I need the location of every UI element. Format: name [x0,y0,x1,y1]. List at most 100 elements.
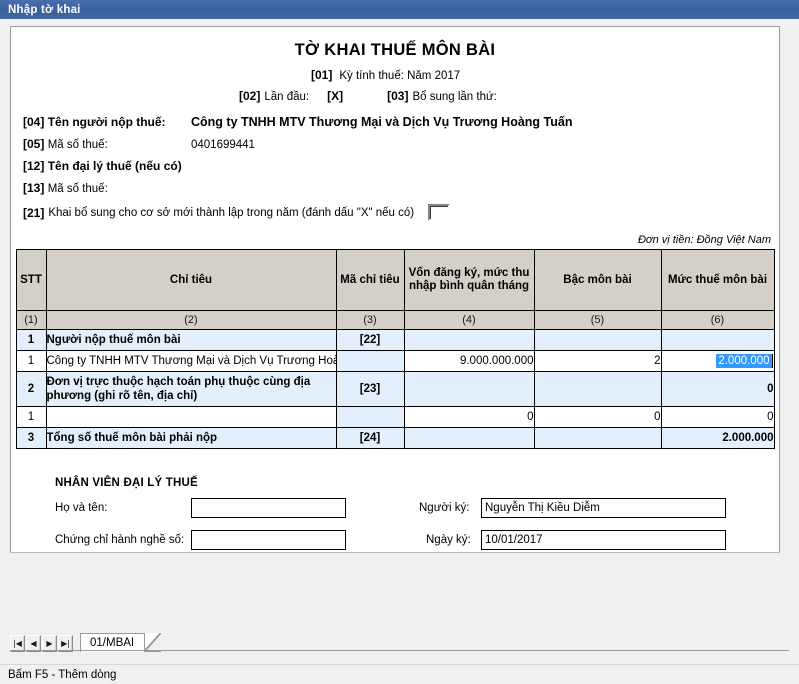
field-code-21: [21] [23,205,45,220]
tax-agent-heading: NHÂN VIÊN ĐẠI LÝ THUẾ [55,477,198,489]
declaration-table: STT Chỉ tiêu Mã chỉ tiêu Vốn đăng ký, mứ… [15,249,775,449]
table-row[interactable]: 1 Người nộp thuế môn bài [22] [15,329,775,351]
field-code-04: [04] [23,115,45,129]
agent-code-label-text: Mã số thuế: [47,183,108,195]
cell-criteria-code [335,406,405,428]
table-row[interactable]: 1 0 0 0 [15,406,775,428]
cell-criteria-text: Công ty TNHH MTV Thương Mại và Dịch Vụ T… [46,355,336,367]
cell-tax-amount[interactable]: 0 [660,371,775,407]
taxpayer-name-value[interactable]: Công ty TNHH MTV Thương Mại và Dịch Vụ T… [191,115,572,129]
cell-capital[interactable]: 0 [403,406,535,428]
tax-period-text: Kỳ tính thuế: Năm 2017 [339,70,461,82]
table-numbering-row: (1) (2) (3) (4) (5) (6) [15,310,775,330]
cell-stt: 3 [15,427,47,449]
agent-code-row: [13] Mã số thuế: [11,181,779,195]
cell-tax-amount[interactable] [660,329,775,351]
table-row[interactable]: 1 Công ty TNHH MTV Thương Mại và Dịch Vụ… [15,350,775,372]
submission-type-line: [02] Lần đầu: [X] [03] Bổ sung lần thứ: [11,89,779,103]
taxpayer-name-label-text: Tên người nộp thuế: [47,115,166,129]
sign-date-input[interactable]: 10/01/2017 [481,530,726,550]
agent-name-row: [12] Tên đại lý thuế (nếu có) [11,159,779,173]
cell-criteria-code: [23] [335,371,405,407]
new-establishment-label: Khai bổ sung cho cơ sở mới thành lập tro… [48,206,415,219]
section-divider [10,552,780,553]
cell-stt: 1 [15,350,47,372]
cell-criteria: Đơn vị trực thuộc hạch toán phụ thuộc cù… [45,371,337,407]
agent-fullname-label: Họ và tên: [55,502,108,514]
field-code-02: [02] [239,89,261,103]
cell-grade[interactable] [533,371,662,407]
record-navigator: |◀ ◀ ▶ ▶| 01/MBAI [10,631,789,652]
cell-stt: 1 [15,329,47,351]
tax-agent-section: NHÂN VIÊN ĐẠI LÝ THUẾ Họ và tên: Chứng c… [11,477,779,552]
field-code-12: [12] [23,159,45,173]
declaration-form-sheet: TỜ KHAI THUẾ MÔN BÀI [01] Kỳ tính thuế: … [10,26,780,553]
cell-total-tax-amount: 2.000.000 [660,427,775,449]
new-establishment-checkbox[interactable] [428,204,451,221]
tab-strip-underline [10,650,789,651]
taxpayer-code-label-text: Mã số thuế: [47,139,108,151]
col-header-tax-amount: Mức thuế môn bài [660,249,775,311]
col-header-stt: STT [15,249,47,311]
cell-criteria: Tổng số thuế môn bài phải nộp [45,427,337,449]
status-bar-text: Bấm F5 - Thêm dòng [8,668,117,681]
cell-capital [403,427,535,449]
taxpayer-name-label: [04] Tên người nộp thuế: [23,115,191,129]
cell-capital[interactable] [403,371,535,407]
col-number-1: (1) [15,310,47,330]
col-header-capital: Vốn đăng ký, mức thu nhập bình quân thán… [403,249,535,311]
col-number-5: (5) [533,310,662,330]
cell-capital[interactable]: 9.000.000.000 [403,350,535,372]
table-row[interactable]: 3 Tổng số thuế môn bài phải nộp [24] 2.0… [15,427,775,449]
new-establishment-row: [21] Khai bổ sung cho cơ sở mới thành lậ… [11,204,779,221]
cell-stt: 1 [15,406,47,428]
table-row[interactable]: 2 Đơn vị trực thuộc hạch toán phụ thuộc … [15,371,775,407]
first-time-label: Lần đầu: [264,91,310,103]
cell-stt: 2 [15,371,47,407]
field-code-03: [03] [387,89,409,103]
col-header-grade: Bậc môn bài [533,249,662,311]
agent-code-label: [13] Mã số thuế: [23,181,191,195]
tax-period-line: [01] Kỳ tính thuế: Năm 2017 [11,68,779,82]
cell-criteria-code: [22] [335,329,405,351]
taxpayer-code-row: [05] Mã số thuế: 0401699441 [11,137,779,151]
cell-tax-amount[interactable]: 0 [660,406,775,428]
col-number-2: (2) [45,310,337,330]
col-number-3: (3) [335,310,405,330]
agent-certificate-label: Chứng chỉ hành nghề số: [55,534,185,546]
currency-unit-note: Đơn vị tiền: Đồng Việt Nam [637,234,771,246]
amendment-label: Bổ sung lần thứ: [412,91,497,103]
cell-criteria[interactable]: Công ty TNHH MTV Thương Mại và Dịch Vụ T… [45,350,337,372]
agent-certificate-input[interactable] [191,530,346,550]
agent-name-label-text: Tên đại lý thuế (nếu có) [47,159,182,173]
taxpayer-name-row: [04] Tên người nộp thuế: Công ty TNHH MT… [11,115,779,129]
cell-capital[interactable] [403,329,535,351]
signer-input[interactable]: Nguyễn Thị Kiều Diễm [481,498,726,518]
col-number-6: (6) [660,310,775,330]
field-code-05: [05] [23,137,45,151]
cell-criteria[interactable] [45,406,337,428]
agent-fullname-input[interactable] [191,498,346,518]
cell-grade[interactable] [533,329,662,351]
taxpayer-code-value[interactable]: 0401699441 [191,139,255,151]
col-number-4: (4) [403,310,535,330]
window-title-bar: Nhập tờ khai [0,0,799,19]
cell-grade [533,427,662,449]
selected-cell-value[interactable]: 2.000.000 [716,354,773,368]
cell-grade[interactable]: 2 [533,350,662,372]
col-header-criteria: Chỉ tiêu [45,249,337,311]
cell-tax-amount-selected[interactable]: 2.000.000 [660,350,775,372]
signer-label: Người ký: [419,502,470,514]
field-code-13: [13] [23,181,45,195]
first-time-value[interactable]: [X] [327,89,343,103]
cell-criteria-code: [24] [335,427,405,449]
tax-agent-fields: Họ và tên: Chứng chỉ hành nghề số: Người… [41,498,779,552]
cell-grade[interactable]: 0 [533,406,662,428]
status-bar: Bấm F5 - Thêm dòng [0,664,799,684]
page-title: TỜ KHAI THUẾ MÔN BÀI [294,41,496,59]
col-header-criteria-code: Mã chỉ tiêu [335,249,405,311]
cell-criteria-code [335,350,405,372]
window-title-text: Nhập tờ khai [8,3,81,16]
client-area: TỜ KHAI THUẾ MÔN BÀI [01] Kỳ tính thuế: … [0,19,799,684]
taxpayer-code-label: [05] Mã số thuế: [23,137,191,151]
